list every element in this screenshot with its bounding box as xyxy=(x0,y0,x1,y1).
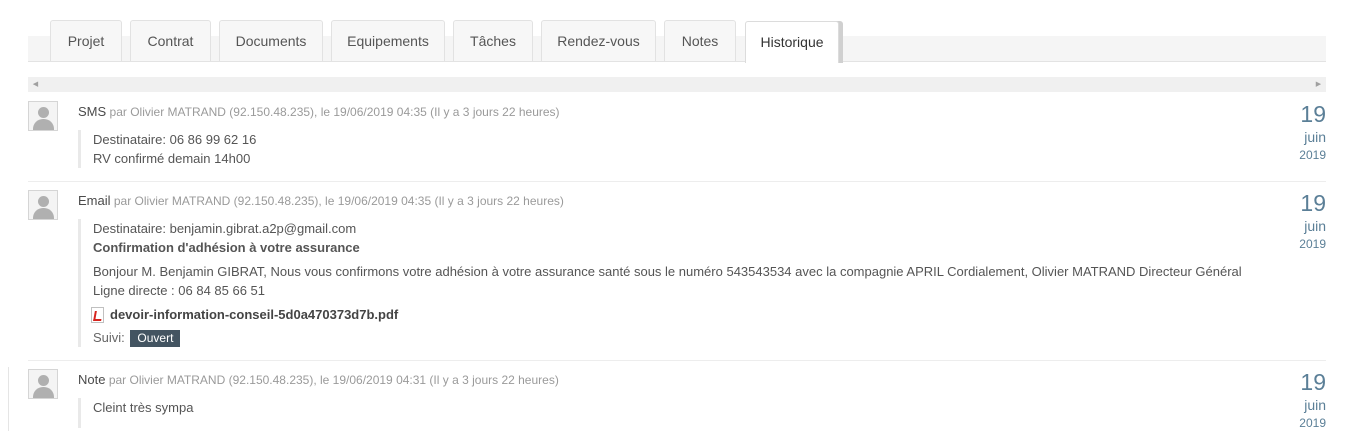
entry-content: Destinataire: 06 86 99 62 16 RV confirmé… xyxy=(78,130,256,168)
entry-content: Cleint très sympa xyxy=(78,398,193,428)
date-day: 19 xyxy=(1300,101,1326,127)
entry-meta: SMS par Olivier MATRAND (92.150.48.235),… xyxy=(78,104,560,119)
date-year: 2019 xyxy=(1299,148,1326,162)
note-text: Cleint très sympa xyxy=(93,400,194,415)
entry-meta: Note par Olivier MATRAND (92.150.48.235)… xyxy=(78,372,559,387)
email-body: Bonjour M. Benjamin GIBRAT, Nous vous co… xyxy=(93,264,1242,279)
pdf-file-icon xyxy=(91,306,104,323)
date-month: juin xyxy=(1304,218,1326,234)
tab-contrat[interactable]: Contrat xyxy=(130,20,211,61)
entry-date: 19 juin 2019 xyxy=(1299,101,1326,163)
attachment-filename[interactable]: devoir-information-conseil-5d0a470373d7b… xyxy=(110,305,398,324)
avatar xyxy=(28,369,58,399)
tab-equipements[interactable]: Equipements xyxy=(331,20,445,61)
entry-content: Destinataire: benjamin.gibrat.a2p@gmail.… xyxy=(78,219,1242,347)
suivi-label: Suivi: xyxy=(93,330,125,345)
status-badge: Ouvert xyxy=(130,330,181,347)
entry-separator xyxy=(28,181,1326,182)
date-day: 19 xyxy=(1300,369,1326,395)
entry-author: par Olivier MATRAND (92.150.48.235), le … xyxy=(113,194,564,208)
email-recipient: Destinataire: benjamin.gibrat.a2p@gmail.… xyxy=(93,221,357,236)
sms-message: RV confirmé demain 14h00 xyxy=(93,151,251,166)
suivi-row: Suivi: Ouvert xyxy=(93,328,1242,347)
history-entry-email: Email par Olivier MATRAND (92.150.48.235… xyxy=(28,190,1326,358)
horizontal-scrollbar[interactable]: ◀ ▶ xyxy=(28,77,1326,92)
avatar xyxy=(28,101,58,131)
tab-taches[interactable]: Tâches xyxy=(453,20,533,61)
entry-type: SMS xyxy=(78,104,107,119)
scroll-right-icon[interactable]: ▶ xyxy=(1311,77,1326,92)
tab-projet[interactable]: Projet xyxy=(50,20,122,61)
entry-date: 19 juin 2019 xyxy=(1299,190,1326,252)
sms-recipient: Destinataire: 06 86 99 62 16 xyxy=(93,132,257,147)
scroll-left-icon[interactable]: ◀ xyxy=(28,77,43,92)
tab-notes[interactable]: Notes xyxy=(664,20,736,61)
entry-author: par Olivier MATRAND (92.150.48.235), le … xyxy=(108,373,559,387)
entry-separator xyxy=(28,360,1326,361)
date-day: 19 xyxy=(1300,190,1326,216)
attachment-link[interactable]: devoir-information-conseil-5d0a470373d7b… xyxy=(91,305,1242,324)
entry-author: par Olivier MATRAND (92.150.48.235), le … xyxy=(109,105,560,119)
email-body-line2: Ligne directe : 06 84 85 66 51 xyxy=(93,283,266,298)
date-year: 2019 xyxy=(1299,416,1326,430)
left-divider xyxy=(8,367,9,431)
history-entry-note: Note par Olivier MATRAND (92.150.48.235)… xyxy=(28,369,1326,431)
history-entry-sms: SMS par Olivier MATRAND (92.150.48.235),… xyxy=(28,101,1326,181)
avatar xyxy=(28,190,58,220)
date-month: juin xyxy=(1304,397,1326,413)
entry-type: Note xyxy=(78,372,106,387)
tab-documents[interactable]: Documents xyxy=(219,20,323,61)
entry-date: 19 juin 2019 xyxy=(1299,369,1326,431)
entry-type: Email xyxy=(78,193,111,208)
date-year: 2019 xyxy=(1299,237,1326,251)
email-subject: Confirmation d'adhésion à votre assuranc… xyxy=(93,240,360,255)
tab-historique[interactable]: Historique xyxy=(745,21,839,63)
date-month: juin xyxy=(1304,129,1326,145)
entry-meta: Email par Olivier MATRAND (92.150.48.235… xyxy=(78,193,564,208)
tab-rendez-vous[interactable]: Rendez-vous xyxy=(541,20,656,61)
